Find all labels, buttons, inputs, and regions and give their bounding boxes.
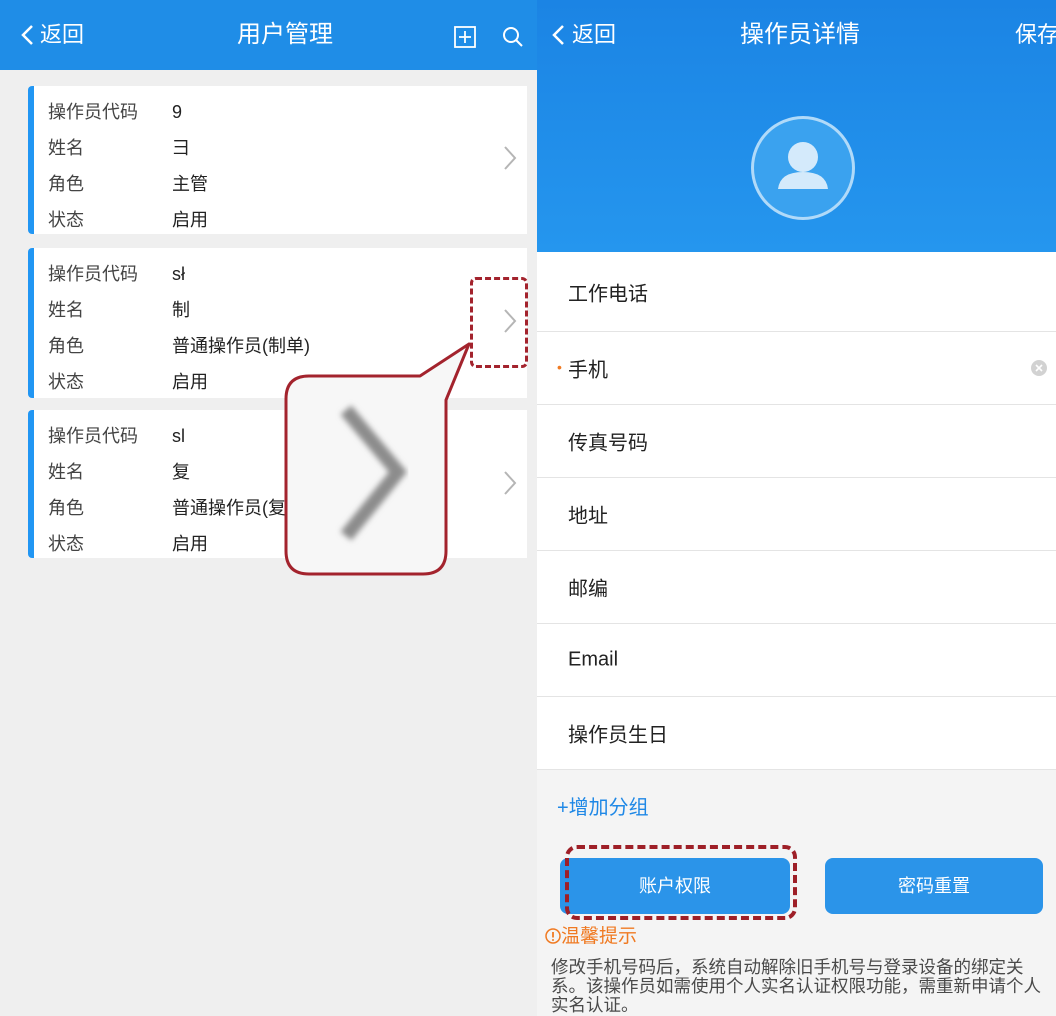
tip-title: 温馨提示 xyxy=(561,926,638,947)
field-fax[interactable]: 传真号码 xyxy=(537,405,1056,478)
reset-password-button[interactable]: 密码重置 xyxy=(825,858,1043,914)
tip-text: 修改手机号码后，系统自动解除旧手机号与登录设备的绑定关系。该操作员如需使用个人实… xyxy=(551,957,1041,1015)
field-label: 工作电话 xyxy=(568,283,648,305)
field-label: 手机 xyxy=(568,359,608,382)
field-label: Email xyxy=(568,648,619,671)
field-address[interactable]: 地址 xyxy=(537,478,1056,551)
right-header: 返回 操作员详情 保存 xyxy=(537,0,1056,252)
back-chevron-icon[interactable] xyxy=(551,24,565,51)
tip-heading: 温馨提示 xyxy=(545,924,637,950)
field-work-phone[interactable]: 工作电话 xyxy=(537,252,1056,332)
field-label: 地址 xyxy=(568,505,608,528)
add-group-link[interactable]: +增加分组 xyxy=(557,793,649,823)
field-birthday[interactable]: 操作员生日 xyxy=(537,697,1056,770)
annotation-callout-bubble xyxy=(284,342,471,576)
field-mobile[interactable]: • 手机 xyxy=(537,332,1056,405)
field-label: 邮编 xyxy=(568,578,608,601)
clear-input-icon[interactable] xyxy=(1030,359,1048,377)
warning-circle-icon xyxy=(545,928,561,944)
save-button[interactable]: 保存 xyxy=(1015,20,1056,50)
page-title: 操作员详情 xyxy=(740,21,860,48)
user-management-screen: 返回 用户管理 操作员代码 9 姓名彐 角色 主管 状态 启用 操作员代码 sł 姓名制… xyxy=(0,0,537,1016)
operator-field-list: 工作电话 • 手机 传真号码 地址 邮编 Email 操作员生日 xyxy=(537,252,1056,770)
field-label: 传真号码 xyxy=(568,432,648,455)
field-postcode[interactable]: 邮编 xyxy=(537,551,1056,624)
avatar[interactable] xyxy=(751,116,855,220)
avatar-user-icon xyxy=(778,142,828,189)
operator-detail-screen: 返回 操作员详情 保存 工作电话 • 手机 传真号码 地址 邮编 Email 操… xyxy=(537,0,1056,1016)
field-email[interactable]: Email xyxy=(537,624,1056,697)
annotation-dashed-highlight xyxy=(565,845,797,920)
required-marker: • xyxy=(557,359,562,376)
back-link[interactable]: 返回 xyxy=(572,20,616,50)
field-label: 操作员生日 xyxy=(568,724,668,747)
